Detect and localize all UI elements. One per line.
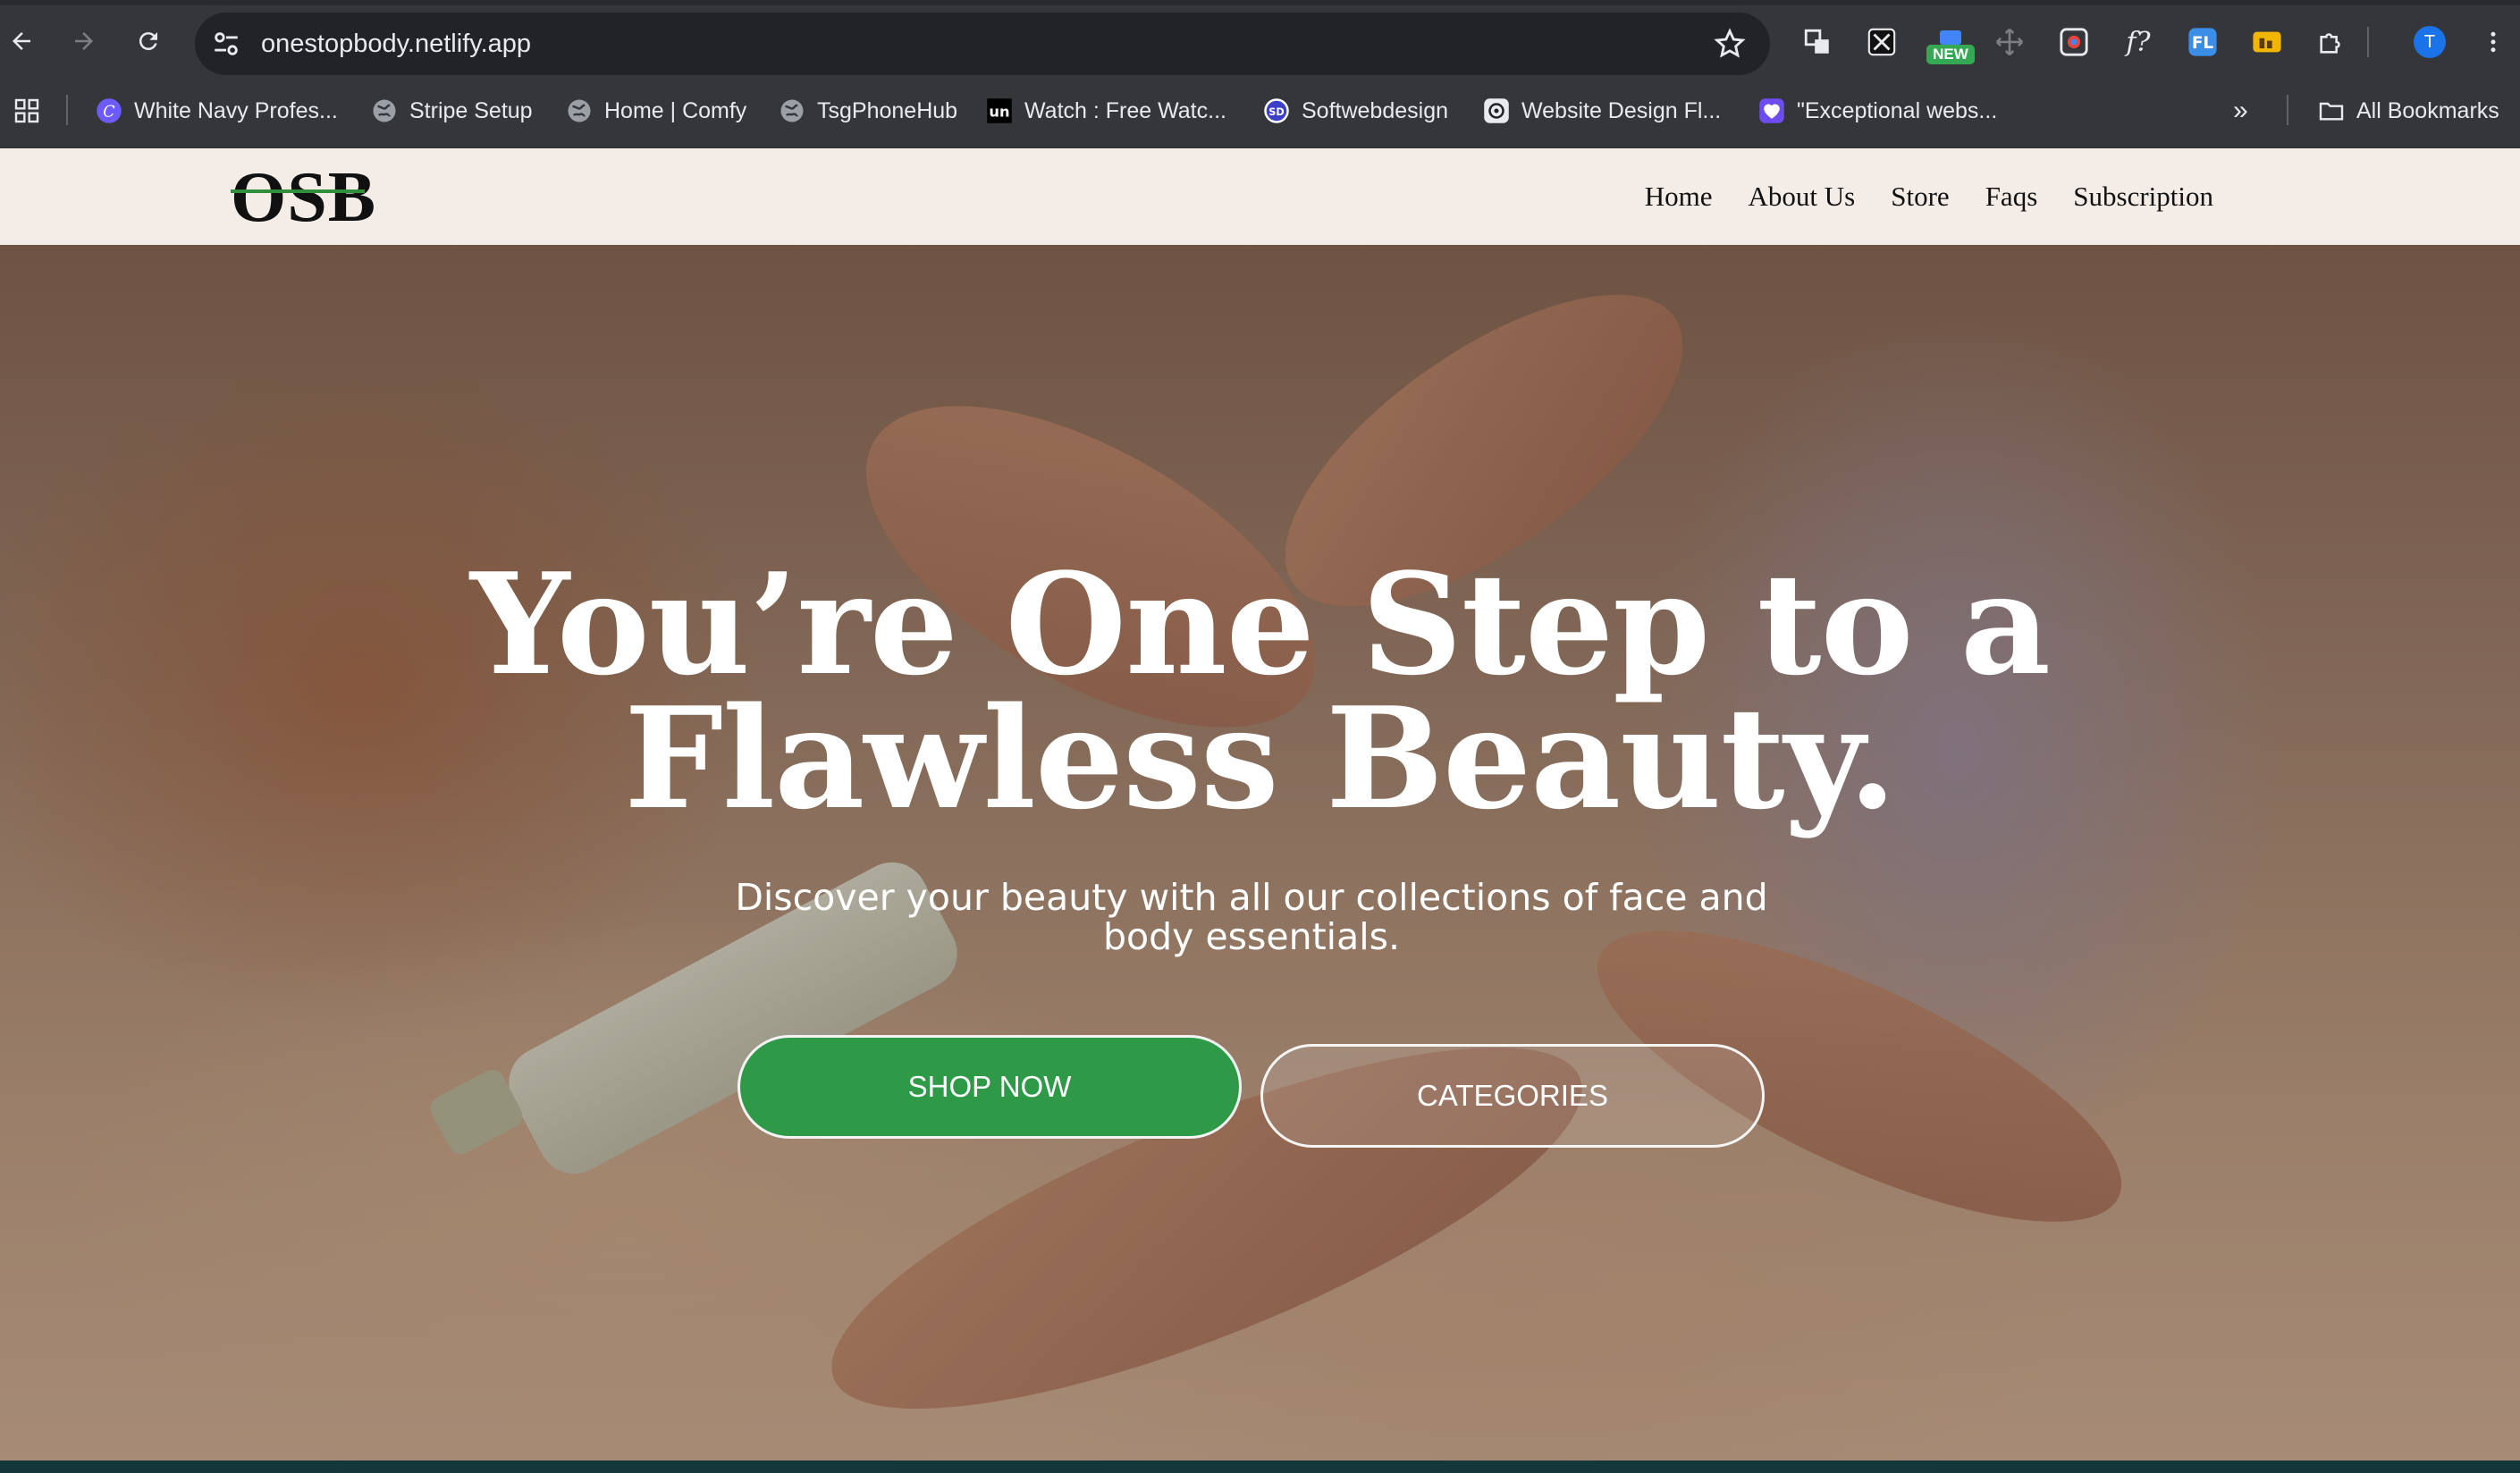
fl-extension-icon[interactable]: FL [2184, 23, 2221, 61]
bookmark-label: Stripe Setup [409, 97, 533, 123]
heart-icon [1757, 97, 1786, 125]
bookmark-item[interactable]: Home | Comfy [565, 82, 746, 139]
x-extension-icon[interactable] [1863, 23, 1901, 61]
forward-button[interactable] [64, 21, 104, 61]
yellow-extension-icon[interactable] [2248, 23, 2286, 61]
openai-icon [1482, 97, 1511, 125]
reload-icon [139, 32, 157, 51]
bookmark-item[interactable]: Stripe Setup [370, 82, 533, 139]
bookmark-label: White Navy Profes... [134, 97, 338, 123]
profile-initial: T [2414, 26, 2446, 58]
svg-text:SD: SD [1268, 106, 1284, 118]
all-bookmarks-button[interactable]: All Bookmarks [2317, 82, 2499, 139]
hero-subtitle-line1: Discover your beauty with all our collec… [735, 876, 1768, 919]
browser-toolbar: onestopbody.netlify.app NEW f? FL T [0, 0, 2520, 82]
new-extension-icon[interactable]: NEW [1926, 23, 1975, 64]
hero-subtitle: Discover your beauty with all our collec… [697, 878, 1806, 956]
site-logo[interactable]: OSB [231, 157, 376, 238]
main-nav: Home About Us Store Faqs Subscription [1645, 148, 2213, 245]
nav-subscription[interactable]: Subscription [2073, 181, 2213, 213]
back-arrow-icon [13, 32, 30, 50]
sd-icon: SD [1262, 97, 1291, 125]
bookmark-item[interactable]: Website Design Fl... [1482, 82, 1721, 139]
hero-headline-line2: Flawless Beauty. [624, 677, 1897, 840]
tab-strip-edge [0, 0, 2520, 5]
nav-about-us[interactable]: About Us [1749, 181, 1856, 213]
forward-arrow-icon [75, 32, 93, 50]
globe-icon [565, 97, 594, 125]
un-icon: un [985, 97, 1014, 125]
extensions-puzzle-icon[interactable] [2313, 23, 2350, 61]
canva-icon: C [95, 97, 123, 125]
address-bar[interactable]: onestopbody.netlify.app [195, 13, 1770, 75]
bookmark-label: "Exceptional webs... [1797, 97, 1998, 123]
double-chevron-icon: » [2233, 96, 2248, 125]
bookmark-star-icon[interactable] [1713, 27, 1747, 61]
new-badge: NEW [1926, 45, 1975, 64]
move-extension-icon[interactable] [1991, 23, 2028, 61]
site-settings-icon[interactable] [211, 29, 241, 59]
profile-avatar[interactable]: T [2411, 23, 2448, 61]
bookmark-item[interactable]: un Watch : Free Watc... [985, 82, 1226, 139]
browser-menu-icon[interactable] [2474, 23, 2512, 61]
toolbar-divider [2367, 27, 2369, 57]
categories-button[interactable]: CATEGORIES [1260, 1044, 1765, 1148]
bookmark-item[interactable]: SD Softwebdesign [1262, 82, 1448, 139]
logo-strike-line [231, 189, 365, 193]
all-bookmarks-label: All Bookmarks [2356, 97, 2499, 123]
bookmarks-divider [2287, 95, 2288, 125]
folder-icon [2317, 97, 2346, 125]
screen-capture-extension-icon[interactable] [2055, 23, 2093, 61]
next-section-edge [0, 1460, 2520, 1473]
bookmark-label: Home | Comfy [604, 97, 747, 123]
bookmark-label: Softwebdesign [1302, 97, 1449, 123]
bookmark-item[interactable]: C White Navy Profes... [95, 82, 338, 139]
hero-section: You’re One Step to a Flawless Beauty. Di… [0, 245, 2520, 1460]
reload-button[interactable] [129, 21, 168, 61]
bookmarks-divider [66, 95, 68, 125]
more-bookmarks-button[interactable]: » [2233, 82, 2248, 139]
url-text[interactable]: onestopbody.netlify.app [261, 13, 531, 75]
svg-text:un: un [989, 103, 1009, 120]
bookmark-item[interactable]: "Exceptional webs... [1757, 82, 1997, 139]
bookmark-item[interactable]: TsgPhoneHub [778, 82, 957, 139]
hero-subtitle-line2: body essentials. [1103, 915, 1400, 958]
bookmarks-bar: C White Navy Profes... Stripe Setup Home… [0, 82, 2520, 148]
hero-overlay [0, 245, 2520, 1460]
globe-icon [370, 97, 399, 125]
hero-headline: You’re One Step to a Flawless Beauty. [0, 555, 2520, 829]
nav-store[interactable]: Store [1891, 181, 1949, 213]
font-extension-icon[interactable]: f? [2120, 23, 2157, 61]
shop-now-button[interactable]: SHOP NOW [737, 1035, 1242, 1139]
bookmark-label: Website Design Fl... [1521, 97, 1722, 123]
translate-extension-icon[interactable] [1799, 23, 1836, 61]
svg-text:FL: FL [2192, 34, 2214, 53]
back-button[interactable] [2, 21, 41, 61]
nav-home[interactable]: Home [1645, 181, 1713, 213]
apps-grid-button[interactable] [13, 82, 41, 139]
bookmark-label: TsgPhoneHub [817, 97, 958, 123]
bookmark-label: Watch : Free Watc... [1024, 97, 1226, 123]
nav-faqs[interactable]: Faqs [1985, 181, 2038, 213]
globe-icon [778, 97, 806, 125]
apps-grid-icon [14, 98, 39, 123]
svg-text:C: C [103, 103, 115, 121]
